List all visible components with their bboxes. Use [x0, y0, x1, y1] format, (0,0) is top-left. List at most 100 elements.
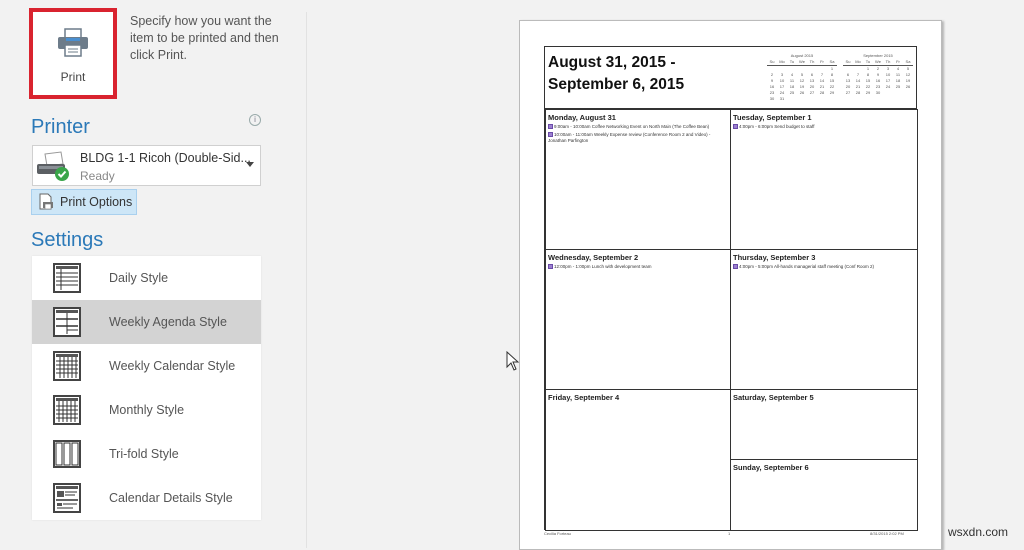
style-item-weekly-calendar[interactable]: Weekly Calendar Style — [32, 344, 261, 388]
weekly-agenda-style-icon — [53, 307, 81, 337]
print-style-list: Daily Style Weekly Agenda Style Weekly C… — [32, 256, 261, 520]
style-label: Weekly Agenda Style — [109, 315, 227, 329]
mini-calendar-day: 30 — [769, 96, 775, 101]
mini-calendar-day — [883, 90, 893, 96]
printer-dropdown[interactable]: BLDG 1-1 Ricoh (Double-Sid... Ready — [32, 145, 261, 186]
weekday-label: We — [875, 59, 881, 64]
day-cell-tuesday: Tuesday, September 1 4:00pm - 6:00pm Sen… — [730, 109, 918, 250]
date-range-line1: August 31, 2015 - — [548, 54, 676, 71]
mini-calendar-week: 27 28 29 30 — [843, 90, 913, 96]
print-settings-panel: Print Specify how you want the item to b… — [0, 0, 306, 548]
weekday-label: Sa — [905, 59, 911, 64]
appointment-category-swatch — [548, 264, 553, 270]
weekday-label: Tu — [865, 59, 871, 64]
printer-device-icon — [37, 151, 69, 181]
settings-section-title: Settings — [31, 229, 104, 251]
day-name: Thursday, September 3 — [733, 253, 816, 262]
day-name: Saturday, September 5 — [733, 393, 814, 402]
print-options-label: Print Options — [60, 195, 133, 209]
style-item-monthly[interactable]: Monthly Style — [32, 388, 261, 432]
printer-icon — [58, 28, 88, 57]
appointment-text: 9:00am - 10:00am Coffee Networking Event… — [554, 124, 710, 129]
watermark: wsxdn.com — [948, 525, 1009, 539]
print-description: Specify how you want the item to be prin… — [130, 14, 279, 62]
weekday-label: We — [799, 59, 805, 64]
footer-page-number: 1 — [728, 531, 731, 536]
print-options-icon — [39, 193, 53, 210]
day-cell-friday: Friday, September 4 — [545, 389, 731, 531]
panel-divider — [306, 12, 307, 548]
preview-date-range: August 31, 2015 - September 6, 2015 — [548, 52, 684, 96]
day-cell-saturday: Saturday, September 5 — [730, 389, 918, 460]
mini-calendar-weekdays: Su Mo Tu We Th Fr Sa — [767, 59, 837, 66]
mini-calendar-weekdays: Su Mo Tu We Th Fr Sa — [843, 59, 913, 66]
date-range-line2: September 6, 2015 — [548, 76, 685, 93]
mouse-cursor-icon — [506, 351, 520, 371]
style-label: Tri-fold Style — [109, 447, 179, 461]
weekday-label: Fr — [820, 59, 824, 64]
info-icon[interactable]: i — [249, 114, 261, 126]
day-name: Sunday, September 6 — [733, 463, 809, 472]
appointment-text: 4:00pm - 6:00pm Send budget to staff — [739, 124, 815, 129]
style-item-daily[interactable]: Daily Style — [32, 256, 261, 300]
style-item-calendar-details[interactable]: Calendar Details Style — [32, 476, 261, 520]
style-label: Weekly Calendar Style — [109, 359, 236, 373]
weekday-label: Su — [769, 59, 775, 64]
style-item-trifold[interactable]: Tri-fold Style — [32, 432, 261, 476]
style-label: Monthly Style — [109, 403, 185, 417]
footer-owner: Cecilia Forteau — [544, 531, 571, 536]
day-name: Friday, September 4 — [548, 393, 620, 402]
appointment-category-swatch — [733, 124, 738, 130]
printer-name: BLDG 1-1 Ricoh (Double-Sid... — [80, 151, 251, 165]
calendar-details-style-icon — [53, 483, 81, 513]
appointment: 4:00pm - 6:00pm Send budget to staff — [731, 124, 917, 132]
printer-section-title: Printer — [31, 116, 90, 138]
preview-header: August 31, 2015 - September 6, 2015 Augu… — [544, 46, 917, 109]
chevron-down-icon — [246, 162, 254, 167]
mini-calendar-day: 27 — [845, 90, 851, 95]
print-button[interactable]: Print — [29, 8, 117, 99]
weekday-label: Th — [809, 59, 815, 64]
weekday-label: Th — [885, 59, 891, 64]
weekday-label: Su — [845, 59, 851, 64]
appointment: 12:00pm - 1:00pm Lunch with development … — [546, 264, 730, 272]
mini-calendar-day — [817, 96, 827, 102]
appointment-category-swatch — [548, 132, 553, 138]
style-label: Calendar Details Style — [109, 491, 233, 505]
mini-calendar-week: 30 31 — [767, 96, 837, 102]
day-cell-thursday: Thursday, September 3 4:00pm - 5:00pm Al… — [730, 249, 918, 390]
print-button-label: Print — [60, 70, 86, 84]
day-cell-sunday: Sunday, September 6 — [730, 459, 918, 531]
weekday-label: Mo — [779, 59, 785, 64]
mini-calendar-day — [797, 96, 807, 102]
mini-calendar-day — [893, 90, 903, 96]
day-name: Wednesday, September 2 — [548, 253, 639, 262]
mini-calendar-september: September 2015 Su Mo Tu We Th Fr Sa 1 2 3 4 5 6 7 8 9 10 1… — [843, 53, 913, 96]
mini-calendar-day: 30 — [875, 90, 881, 95]
day-name: Tuesday, September 1 — [733, 113, 812, 122]
appointment-category-swatch — [733, 264, 738, 270]
mini-calendar-august: August 2015 Su Mo Tu We Th Fr Sa 1 2 3 4 5 6 7 8 9 10 11 12… — [767, 53, 837, 102]
appointment-category-swatch — [548, 124, 553, 130]
footer-timestamp: 8/31/2015 2:02 PM — [870, 531, 904, 536]
weekday-label: Sa — [829, 59, 835, 64]
appointment: 10:00am - 11:00am Weekly Expense review … — [546, 132, 730, 146]
day-cell-monday: Monday, August 31 9:00am - 10:00am Coffe… — [545, 109, 731, 250]
day-cell-wednesday: Wednesday, September 2 12:00pm - 1:00pm … — [545, 249, 731, 390]
mini-calendar-day: 31 — [779, 96, 785, 101]
weekday-label: Fr — [896, 59, 900, 64]
printer-status: Ready — [80, 169, 115, 183]
mini-calendar-day — [787, 96, 797, 102]
mini-calendar-day — [903, 90, 913, 96]
print-options-button[interactable]: Print Options — [31, 189, 137, 215]
monthly-style-icon — [53, 395, 81, 425]
weekly-calendar-style-icon — [53, 351, 81, 381]
appointment-text: 12:00pm - 1:00pm Lunch with development … — [554, 264, 652, 269]
daily-style-icon — [53, 263, 81, 293]
style-item-weekly-agenda[interactable]: Weekly Agenda Style — [32, 300, 261, 344]
print-preview-page: August 31, 2015 - September 6, 2015 Augu… — [519, 20, 942, 550]
trifold-style-icon — [53, 440, 81, 468]
appointment: 9:00am - 10:00am Coffee Networking Event… — [546, 124, 730, 132]
appointment: 4:00pm - 5:00pm All-hands managerial sta… — [731, 264, 917, 272]
appointment-text: 10:00am - 11:00am Weekly Expense review … — [548, 132, 711, 143]
